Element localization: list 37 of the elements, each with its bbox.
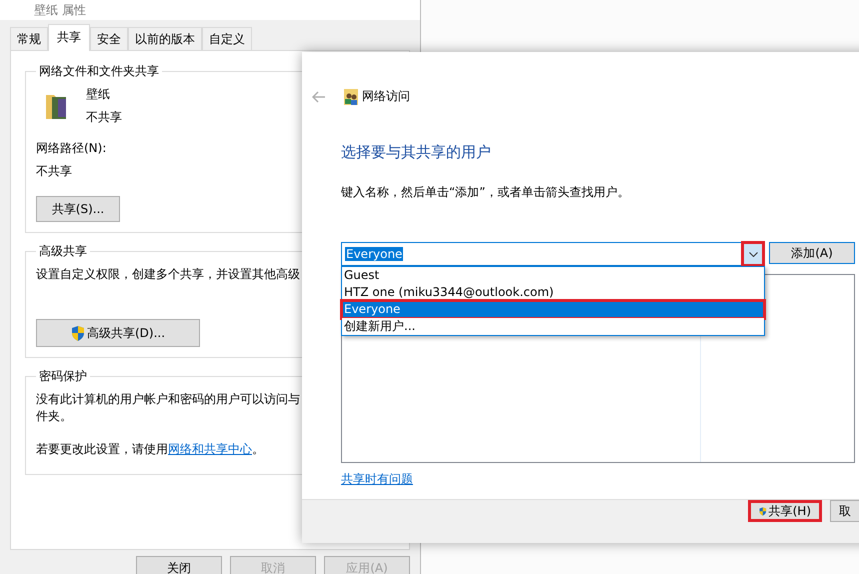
advanced-share-button[interactable]: 高级共享(D)... <box>36 319 200 347</box>
dialog-button[interactable]: 关闭 <box>136 556 222 574</box>
period-text: 。 <box>252 441 264 458</box>
group-heading: 密码保护 <box>38 368 88 385</box>
chevron-icon <box>748 252 758 256</box>
dropdown-item[interactable]: Guest <box>342 267 764 284</box>
tab[interactable]: 共享 <box>48 24 90 51</box>
tab[interactable]: 以前的版本 <box>128 27 202 51</box>
combo-value: Everyone <box>345 247 404 261</box>
instruction-text: 键入名称，然后单击“添加”，或者单击箭头查找用户。 <box>341 184 630 201</box>
dialog-heading: 选择要与其共享的用户 <box>341 143 492 162</box>
footer-button[interactable]: 共享(H) <box>748 500 822 522</box>
group-heading: 网络文件和文件夹共享 <box>38 63 160 80</box>
description-text: 没有此计算机的用户帐户和密码的用户可以访问与 <box>36 391 300 408</box>
share-status: 不共享 <box>86 109 122 126</box>
network-center-link[interactable]: 网络和共享中心 <box>168 441 252 458</box>
description-text: 件夹。 <box>36 408 72 425</box>
window-title: 壁纸 属性 <box>0 0 420 20</box>
dialog-title: 网络访问 <box>362 88 410 105</box>
tab[interactable]: 安全 <box>90 27 128 51</box>
tab[interactable]: 自定义 <box>202 27 252 51</box>
share-button[interactable]: 共享(S)... <box>36 196 120 222</box>
group-heading: 高级共享 <box>38 243 88 260</box>
help-link[interactable]: 共享时有问题 <box>341 472 413 486</box>
users-icon <box>344 88 358 104</box>
shield-icon <box>70 326 85 340</box>
footer-button[interactable]: 取 <box>830 500 859 522</box>
path-value: 不共享 <box>36 163 72 180</box>
dropdown-item[interactable]: Everyone <box>342 301 764 318</box>
dropdown-item[interactable]: 创建新用户... <box>342 318 764 335</box>
description-text: 设置自定义权限，创建多个共享，并设置其他高级 <box>36 266 300 283</box>
folder-name: 壁纸 <box>86 86 110 103</box>
path-label: 网络路径(N): <box>36 140 106 157</box>
add-button[interactable]: 添加(A) <box>769 242 855 264</box>
dropdown-arrow-button[interactable] <box>744 244 762 264</box>
instruction-text: 若要更改此设置，请使用 <box>36 441 168 458</box>
tab[interactable]: 常规 <box>10 27 48 51</box>
